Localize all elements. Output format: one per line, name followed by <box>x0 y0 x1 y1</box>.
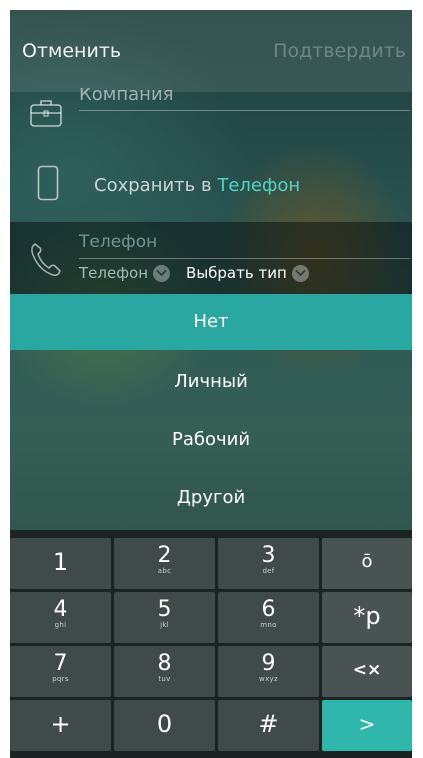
dropdown-option-personal[interactable]: Личный <box>10 354 412 410</box>
header-bar: Отменить Подтвердить <box>10 10 412 92</box>
key-letters: wxyz <box>259 675 278 683</box>
chevron-down-icon[interactable] <box>153 264 171 282</box>
next-arrow-icon: > <box>358 712 376 736</box>
key-letters: mno <box>260 621 277 629</box>
key-letters: pqrs <box>52 675 69 683</box>
key-4[interactable]: 4 ghi <box>10 592 111 643</box>
key-letters: jkl <box>160 621 169 629</box>
key-3[interactable]: 3 def <box>218 538 319 589</box>
key-digit: 6 <box>261 597 276 622</box>
key-digit: # <box>258 710 279 738</box>
key-digit: 8 <box>157 651 172 676</box>
dropdown-option-work[interactable]: Рабочий <box>10 412 412 468</box>
key-digit: 2 <box>157 543 172 568</box>
key-digit: 3 <box>261 543 276 568</box>
next-button[interactable]: > <box>322 700 412 751</box>
key-6[interactable]: 6 mno <box>218 592 319 643</box>
briefcase-icon <box>30 100 62 127</box>
phone-type-row: Телефон Выбрать тип <box>79 264 309 282</box>
star-pause-button[interactable]: *p <box>322 592 412 643</box>
dropdown-option-none[interactable]: Нет <box>10 294 412 350</box>
key-7[interactable]: 7 pqrs <box>10 646 111 697</box>
save-to-label: Сохранить в <box>94 175 212 196</box>
key-9[interactable]: 9 wxyz <box>218 646 319 697</box>
phone-handset-icon <box>31 243 61 277</box>
numeric-keypad: 1 2 abc 3 def ō 4 ghi 5 jkl 6 mno *p 7 p… <box>10 530 412 758</box>
phone-number-field[interactable]: Телефон <box>79 232 157 252</box>
cancel-button[interactable]: Отменить <box>22 40 121 62</box>
key-digit: 7 <box>53 651 68 676</box>
key-letters: tuv <box>158 675 171 683</box>
key-1[interactable]: 1 <box>10 538 111 589</box>
key-plus[interactable]: + <box>10 700 111 751</box>
key-digit: 1 <box>52 548 69 576</box>
key-0[interactable]: 0 <box>114 700 215 751</box>
phone-underline <box>79 258 410 259</box>
key-letters: def <box>262 567 275 575</box>
key-digit: 0 <box>156 710 173 738</box>
dropdown-option-other[interactable]: Другой <box>10 470 412 526</box>
key-digit: 5 <box>157 597 172 622</box>
key-8[interactable]: 8 tuv <box>114 646 215 697</box>
pick-type-label[interactable]: Выбрать тип <box>186 264 287 282</box>
key-2[interactable]: 2 abc <box>114 538 215 589</box>
phone-type-label[interactable]: Телефон <box>79 264 148 282</box>
save-target[interactable]: Телефон <box>217 175 300 196</box>
chevron-down-icon[interactable] <box>291 264 309 282</box>
key-letters: ghi <box>54 621 67 629</box>
key-digit: 4 <box>53 597 68 622</box>
backspace-button[interactable]: <× <box>322 646 412 697</box>
key-letters: abc <box>157 567 172 575</box>
hide-keyboard-icon: ō <box>361 551 373 572</box>
company-underline <box>79 110 410 111</box>
backspace-icon: <× <box>352 660 382 680</box>
key-digit: + <box>50 710 71 738</box>
key-5[interactable]: 5 jkl <box>114 592 215 643</box>
key-hash[interactable]: # <box>218 700 319 751</box>
hide-keyboard-button[interactable]: ō <box>322 538 412 589</box>
phone-device-icon <box>37 165 59 201</box>
contact-edit-screen: Отменить Подтвердить Компания Сохранить … <box>10 10 412 758</box>
save-to-row[interactable]: Сохранить в Телефон <box>94 175 300 196</box>
key-digit: 9 <box>261 651 276 676</box>
star-pause-label: *p <box>353 602 381 630</box>
confirm-button[interactable]: Подтвердить <box>273 40 406 62</box>
type-dropdown: Нет Личный Рабочий Другой <box>10 294 412 530</box>
company-field[interactable]: Компания <box>79 88 173 102</box>
